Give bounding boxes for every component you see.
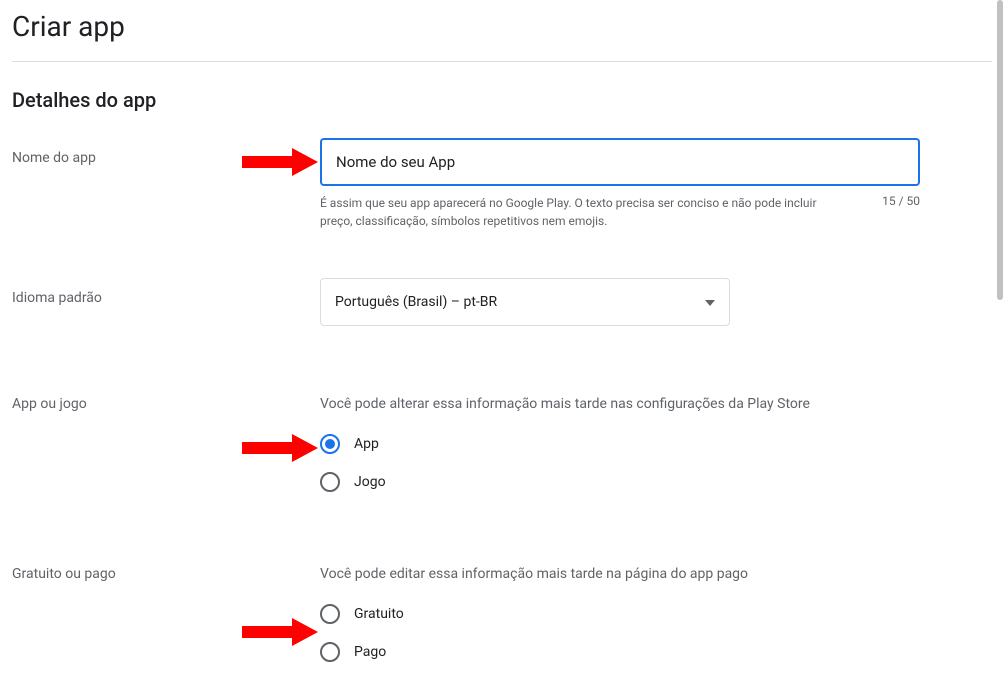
app-name-helper-text: É assim que seu app aparecerá no Google … [320,194,850,230]
radio-circle-icon [320,642,340,662]
language-select[interactable]: Português (Brasil) – pt-BR [320,278,730,326]
form-row-language: Idioma padrão Português (Brasil) – pt-BR [12,278,992,326]
form-row-free-or-paid: Gratuito ou pago Você pode editar essa i… [12,566,992,662]
scrollbar-thumb[interactable] [997,0,1003,300]
free-or-paid-label: Gratuito ou pago [12,566,320,582]
chevron-down-icon [705,294,715,310]
radio-option-game[interactable]: Jogo [320,472,992,492]
radio-circle-icon [320,434,340,454]
radio-circle-icon [320,472,340,492]
arrow-annotation-icon [242,148,318,176]
scrollbar-track[interactable] [996,0,1004,604]
app-or-game-label: App ou jogo [12,396,320,412]
form-row-app-or-game: App ou jogo Você pode alterar essa infor… [12,396,992,510]
free-or-paid-info: Você pode editar essa informação mais ta… [320,566,992,582]
radio-option-free[interactable]: Gratuito [320,604,992,624]
arrow-annotation-icon [242,434,318,462]
radio-option-paid[interactable]: Pago [320,642,992,662]
app-name-char-count: 15 / 50 [870,194,920,230]
radio-label-paid: Pago [354,644,386,660]
arrow-annotation-icon [242,618,318,646]
radio-option-app[interactable]: App [320,434,992,454]
page-title: Criar app [12,10,992,43]
divider [12,61,992,62]
section-title: Detalhes do app [12,88,992,112]
radio-label-game: Jogo [354,474,386,490]
app-name-input[interactable] [320,138,920,186]
form-row-app-name: Nome do app É assim que seu app aparecer… [12,138,992,230]
radio-circle-icon [320,604,340,624]
language-label: Idioma padrão [12,278,320,306]
language-selected-value: Português (Brasil) – pt-BR [335,294,497,310]
radio-label-free: Gratuito [354,606,404,622]
radio-label-app: App [354,436,379,452]
app-or-game-info: Você pode alterar essa informação mais t… [320,396,992,412]
